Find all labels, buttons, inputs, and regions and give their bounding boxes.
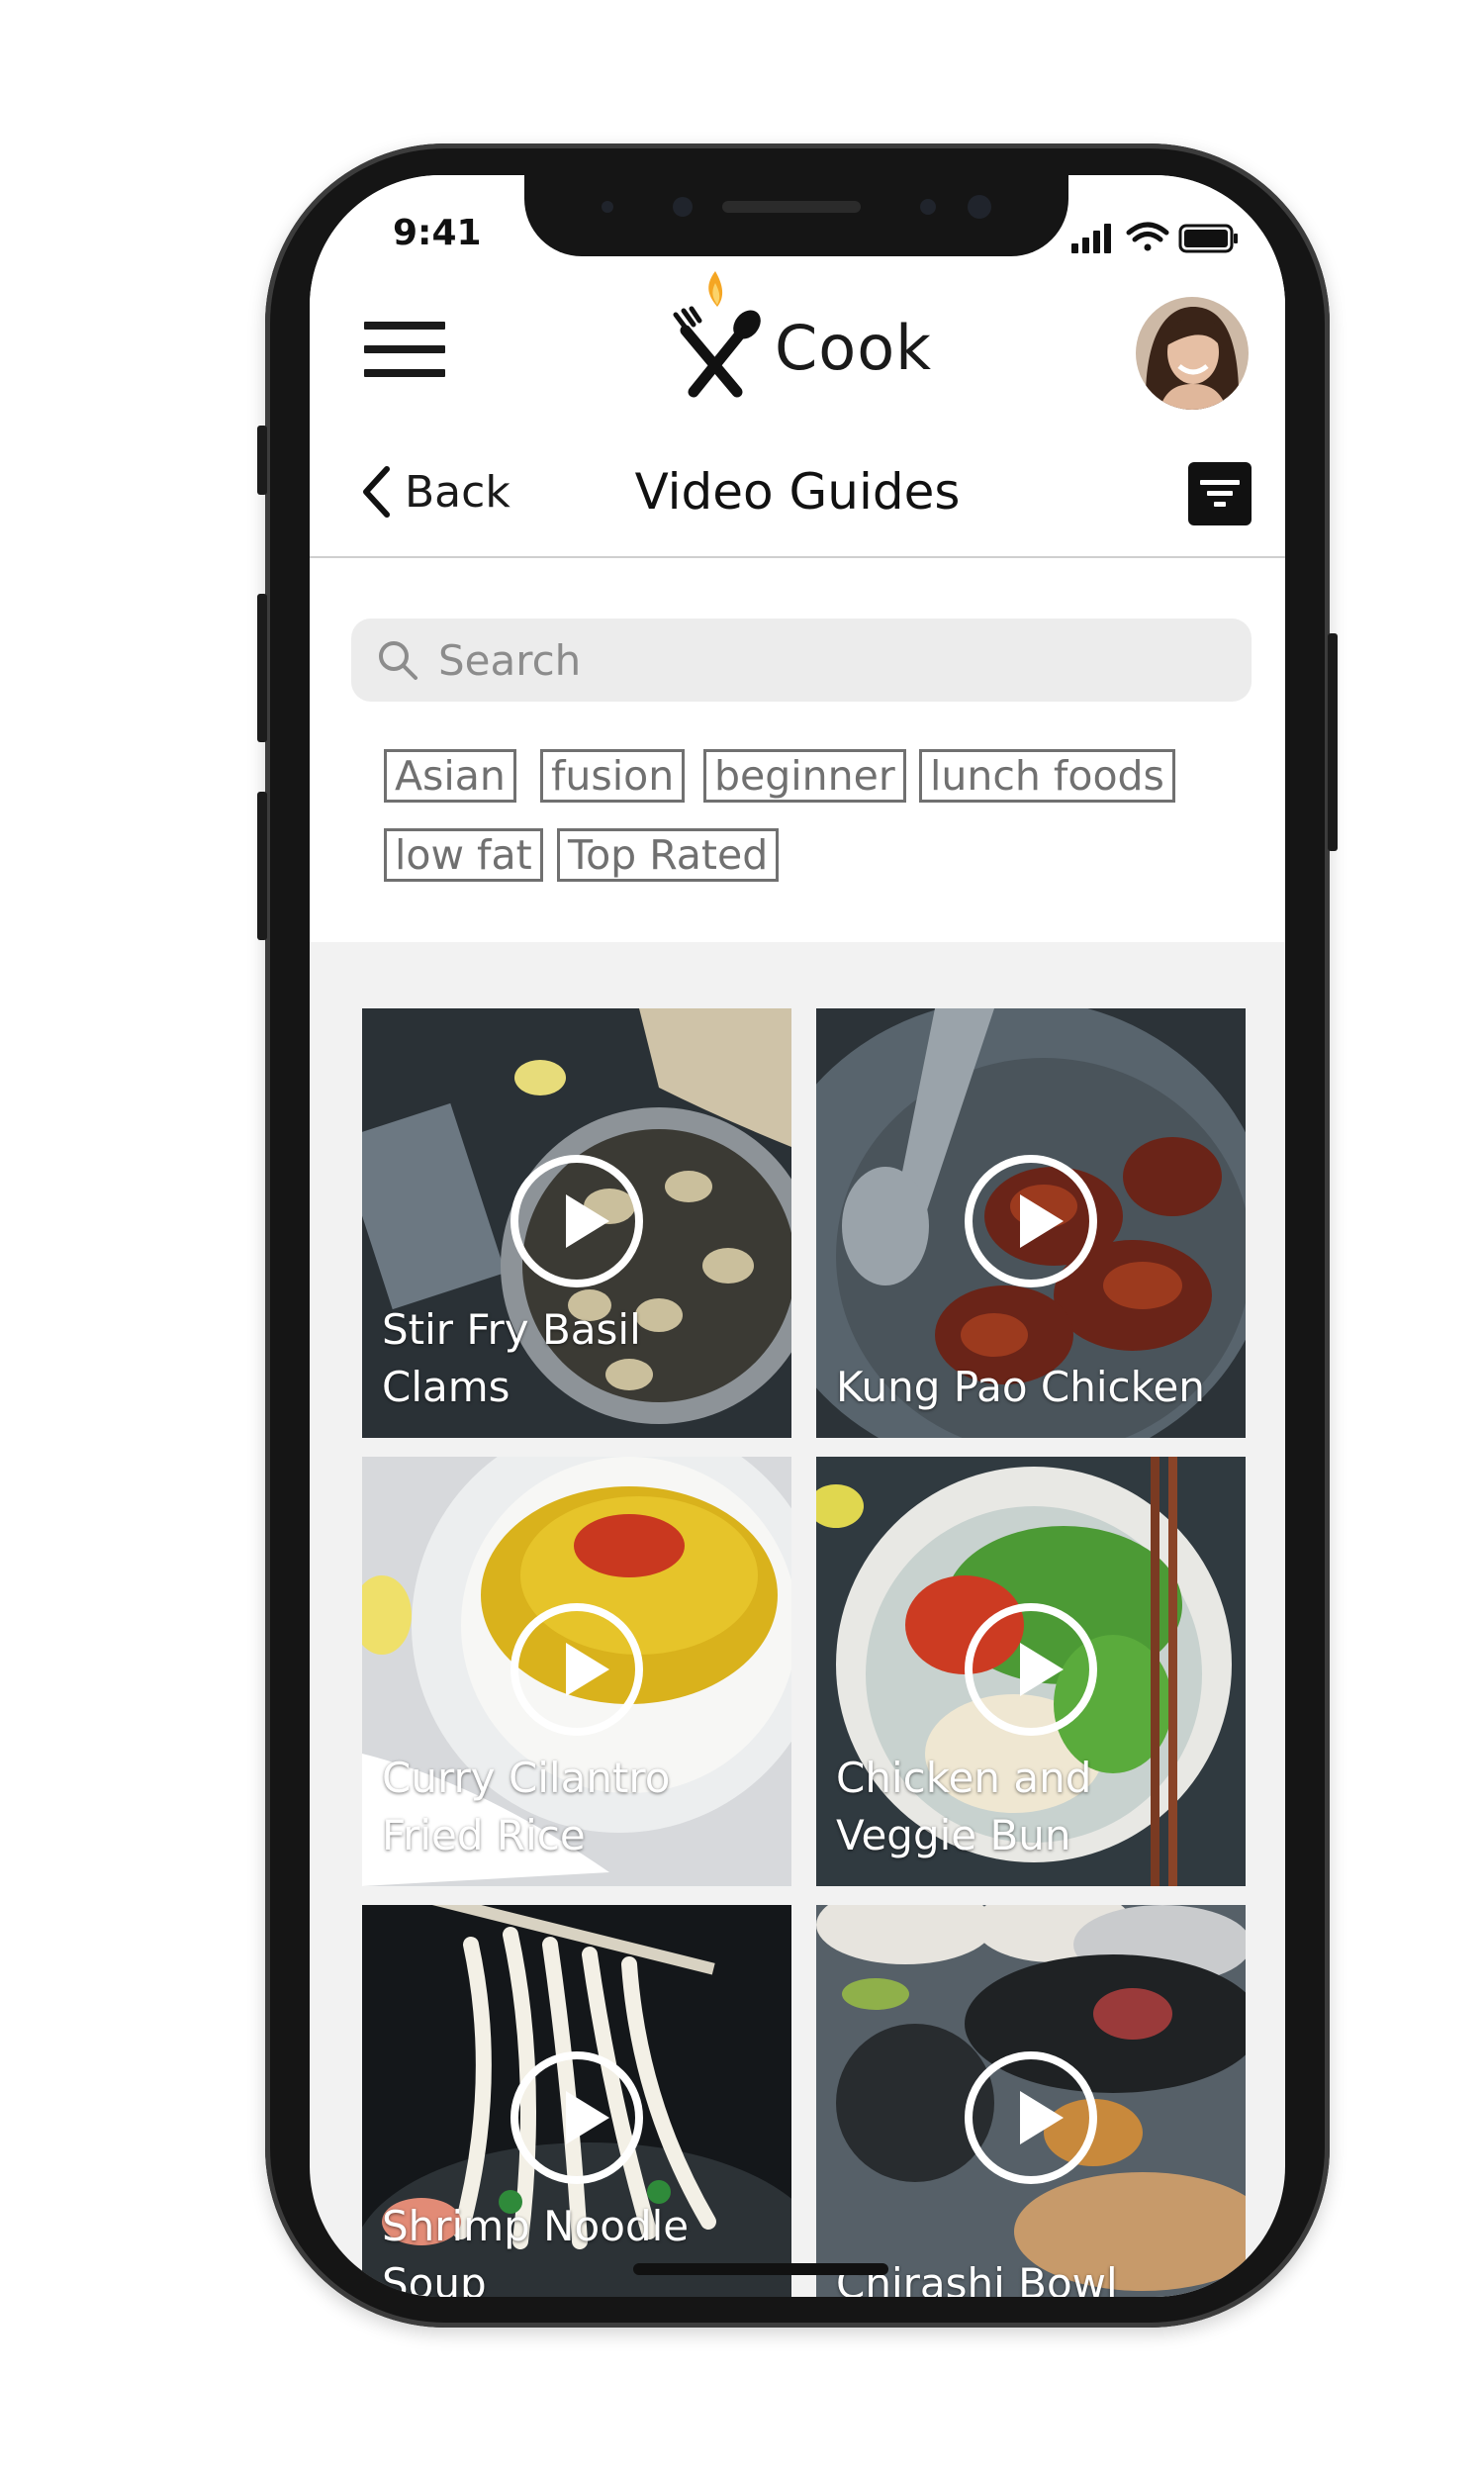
- earpiece-speaker: [722, 201, 861, 213]
- video-card[interactable]: Kung Pao Chicken: [816, 1008, 1246, 1438]
- home-indicator[interactable]: [633, 2263, 888, 2275]
- signal-icon: [1071, 224, 1111, 253]
- fork-spoon-flame-icon: [666, 269, 765, 412]
- tag-low-fat[interactable]: low fat: [384, 828, 543, 882]
- filter-button[interactable]: [1188, 462, 1252, 525]
- play-icon[interactable]: [510, 1603, 643, 1736]
- volume-up-button: [257, 594, 267, 742]
- user-avatar[interactable]: [1136, 297, 1249, 410]
- face-sensor: [602, 201, 613, 213]
- video-title: Curry Cilantro Fried Rice: [382, 1754, 671, 1859]
- proximity-sensor: [920, 199, 936, 215]
- video-card[interactable]: Stir Fry Basil Clams: [362, 1008, 791, 1438]
- tag-beginner[interactable]: beginner: [703, 749, 906, 803]
- menu-button[interactable]: [364, 322, 445, 377]
- video-title: Kung Pao Chicken: [836, 1363, 1205, 1411]
- tag-fusion[interactable]: fusion: [540, 749, 686, 803]
- search-icon: [379, 641, 417, 680]
- play-icon[interactable]: [510, 2051, 643, 2184]
- play-icon[interactable]: [965, 2051, 1097, 2184]
- video-card[interactable]: Chirashi Bowl: [816, 1905, 1246, 2297]
- tag-top-rated[interactable]: Top Rated: [557, 828, 780, 882]
- play-icon[interactable]: [965, 1603, 1097, 1736]
- mute-switch: [257, 426, 267, 495]
- video-title: Chicken and Veggie Bun: [836, 1754, 1092, 1859]
- tag-asian[interactable]: Asian: [384, 749, 516, 803]
- dot-projector: [968, 195, 991, 219]
- video-title: Chirashi Bowl: [836, 2259, 1118, 2297]
- search-bar[interactable]: [351, 618, 1252, 702]
- status-time: 9:41: [393, 213, 482, 253]
- tag-lunch-foods[interactable]: lunch foods: [919, 749, 1175, 803]
- filter-icon: [1200, 480, 1240, 485]
- status-icons: [1071, 220, 1240, 259]
- search-input[interactable]: [436, 634, 1212, 686]
- page-title: Video Guides: [634, 463, 961, 521]
- front-camera: [673, 197, 693, 217]
- wifi-icon: [1126, 222, 1169, 251]
- play-icon[interactable]: [510, 1155, 643, 1287]
- video-title: Stir Fry Basil Clams: [382, 1305, 641, 1411]
- phone-notch: [524, 175, 1068, 256]
- battery-icon: [1178, 224, 1238, 253]
- video-card[interactable]: Curry Cilantro Fried Rice: [362, 1457, 791, 1886]
- volume-down-button: [257, 792, 267, 940]
- power-button: [1328, 633, 1338, 851]
- app-logo-text: Cook: [775, 312, 933, 384]
- video-card[interactable]: Shrimp Noodle Soup: [362, 1905, 791, 2297]
- video-card[interactable]: Chicken and Veggie Bun: [816, 1457, 1246, 1886]
- header-divider: [310, 556, 1285, 558]
- app-screen: 9:41 Cook Back Video Guides Search Asian…: [310, 175, 1285, 2297]
- play-icon[interactable]: [965, 1155, 1097, 1287]
- header-panel: 9:41 Cook Back Video Guides Search Asian…: [310, 175, 1285, 942]
- hamburger-icon: [364, 322, 445, 330]
- video-title: Shrimp Noodle Soup: [382, 2202, 690, 2297]
